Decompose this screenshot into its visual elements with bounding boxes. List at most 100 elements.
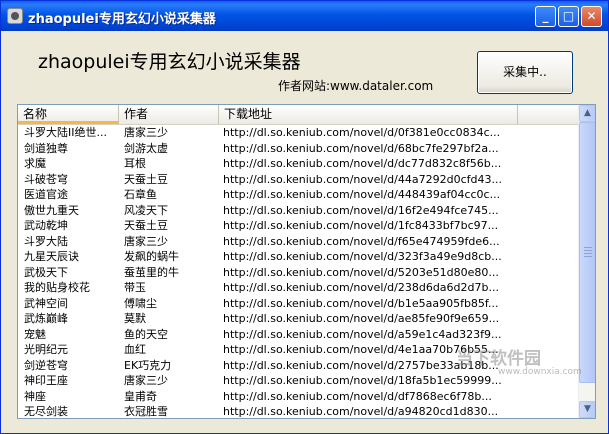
title-bar[interactable]: zhaopulei专用玄幻小说采集器 _ □ ✕ — [1, 1, 608, 31]
scroll-down-button[interactable]: ▼ — [579, 401, 595, 418]
cell-author: 傅啸尘 — [124, 296, 157, 310]
cell-author: 唐家三少 — [124, 126, 168, 139]
cell-url: http://dl.so.keniub.com/novel/d/df7868ec… — [223, 389, 492, 403]
app-icon[interactable] — [7, 8, 23, 24]
cell-name: 医道官途 — [24, 188, 68, 201]
cell-url: http://dl.so.keniub.com/novel/d/5203e51d… — [223, 265, 499, 279]
author-site-label: 作者网站:www.dataler.com — [278, 79, 434, 93]
cell-name: 武神空间 — [24, 296, 68, 310]
cell-url: http://dl.so.keniub.com/novel/d/ae85fe90… — [223, 312, 500, 325]
cell-url: http://dl.so.keniub.com/novel/d/16f2e494… — [223, 203, 499, 217]
cell-url: http://dl.so.keniub.com/novel/d/448439af… — [223, 188, 501, 201]
list-header: 名称 作者 下载地址 — [18, 105, 578, 125]
close-icon: ✕ — [586, 9, 597, 23]
minimize-button[interactable]: _ — [535, 6, 556, 27]
scroll-up-button[interactable]: ▲ — [579, 105, 595, 122]
cell-author: 风凌天下 — [124, 203, 168, 217]
cell-author: 石章鱼 — [124, 188, 157, 201]
cell-url: http://dl.so.keniub.com/novel/d/323f3a49… — [223, 250, 502, 263]
cell-name: 九星天辰诀 — [24, 250, 79, 263]
cell-name: 武极天下 — [24, 265, 68, 279]
cell-name: 光明纪元 — [24, 343, 68, 356]
table-row[interactable]: 神座 皇甫奇 http://dl.so.keniub.com/novel/d/df7… — [18, 389, 578, 405]
table-row[interactable]: 我的贴身校花 带玉 http://dl.so.keniub.com/novel/d/… — [18, 280, 578, 296]
cell-name: 神座 — [24, 389, 46, 403]
scroll-up-icon: ▲ — [584, 108, 591, 118]
cell-author: EK巧克力 — [124, 358, 172, 372]
maximize-icon: □ — [562, 9, 575, 23]
cell-author: 剑游太虚 — [124, 141, 168, 155]
cell-name: 剑道独尊 — [24, 141, 68, 155]
cell-author: 血红 — [124, 343, 146, 356]
table-row[interactable]: 斗罗大陆 唐家三少 http://dl.so.keniub.com/novel/d/… — [18, 234, 578, 250]
watermark-url: www.downxia.com — [498, 367, 582, 377]
cell-author: 莫默 — [124, 312, 146, 325]
list-rows: 斗罗大陆II绝世... 唐家三少 http://dl.so.keniub.com/n… — [18, 125, 578, 418]
table-row[interactable]: 傲世九重天 风凌天下 http://dl.so.keniub.com/novel/d… — [18, 203, 578, 219]
cell-name: 我的贴身校花 — [24, 281, 90, 294]
cell-author: 皇甫奇 — [124, 389, 157, 403]
cell-url: http://dl.so.keniub.com/novel/d/dc77d832… — [223, 157, 502, 170]
cell-url: http://dl.so.keniub.com/novel/d/44a7292d… — [223, 172, 502, 186]
cell-url: http://dl.so.keniub.com/novel/d/f65e4749… — [223, 234, 500, 248]
cell-name: 傲世九重天 — [24, 203, 79, 217]
cell-name: 武炼巅峰 — [24, 312, 68, 325]
cell-name: 宠魅 — [24, 327, 46, 341]
table-row[interactable]: 医道官途 石章鱼 http://dl.so.keniub.com/novel/d/4… — [18, 187, 578, 203]
table-row[interactable]: 无尽剑装 衣冠胜雪 http://dl.so.keniub.com/novel/d/… — [18, 404, 578, 418]
cell-author: 天蚕土豆 — [124, 219, 168, 232]
cell-author: 天蚕土豆 — [124, 172, 168, 186]
app-heading: zhaopulei专用玄幻小说采集器 — [38, 51, 301, 73]
scroll-thumb[interactable] — [579, 122, 595, 383]
cell-author: 蚕茧里的牛 — [124, 265, 179, 279]
cell-name: 无尽剑装 — [24, 405, 68, 418]
maximize-button[interactable]: □ — [558, 6, 579, 27]
thumb-grip — [584, 250, 592, 251]
column-header-author[interactable]: 作者 — [119, 105, 219, 124]
cell-author: 发飙的蜗牛 — [124, 250, 179, 263]
cell-url: http://dl.so.keniub.com/novel/d/68bc7fe2… — [223, 141, 499, 155]
scroll-down-icon: ▼ — [584, 404, 591, 414]
table-row[interactable]: 九星天辰诀 发飙的蜗牛 http://dl.so.keniub.com/novel/… — [18, 249, 578, 265]
cell-url: http://dl.so.keniub.com/novel/d/1fc8433b… — [223, 219, 499, 232]
table-row[interactable]: 武炼巅峰 莫默 http://dl.so.keniub.com/novel/d/ae… — [18, 311, 578, 327]
thumb-grip — [584, 247, 592, 248]
thumb-grip — [584, 256, 592, 257]
app-window: zhaopulei专用玄幻小说采集器 _ □ ✕ zhaopulei专用玄幻小说… — [0, 0, 609, 434]
window-title: zhaopulei专用玄幻小说采集器 — [28, 12, 216, 27]
cell-name: 武动乾坤 — [24, 219, 68, 232]
table-row[interactable]: 斗罗大陆II绝世... 唐家三少 http://dl.so.keniub.com/n… — [18, 125, 578, 141]
thumb-grip — [584, 253, 592, 254]
table-row[interactable]: 武动乾坤 天蚕土豆 http://dl.so.keniub.com/novel/d/… — [18, 218, 578, 234]
table-row[interactable]: 武极天下 蚕茧里的牛 http://dl.so.keniub.com/novel/d… — [18, 265, 578, 281]
cell-url: http://dl.so.keniub.com/novel/d/238d6da6… — [223, 281, 499, 294]
cell-url: http://dl.so.keniub.com/novel/d/a94820cd… — [223, 405, 499, 418]
cell-author: 带玉 — [124, 281, 146, 294]
collect-button[interactable]: 采集中.. — [477, 51, 573, 94]
cell-name: 斗罗大陆 — [24, 234, 68, 248]
cell-url: http://dl.so.keniub.com/novel/d/0f381e0c… — [223, 126, 501, 139]
cell-author: 唐家三少 — [124, 374, 168, 387]
table-row[interactable]: 宠魅 鱼的天空 http://dl.so.keniub.com/novel/d/a5… — [18, 327, 578, 343]
table-row[interactable]: 剑道独尊 剑游太虚 http://dl.so.keniub.com/novel/d/… — [18, 141, 578, 157]
cell-author: 耳根 — [124, 157, 146, 170]
cell-author: 唐家三少 — [124, 234, 168, 248]
table-row[interactable]: 武神空间 傅啸尘 http://dl.so.keniub.com/novel/d/b… — [18, 296, 578, 312]
column-header-filler — [518, 105, 578, 124]
cell-name: 求魔 — [24, 157, 46, 170]
cell-author: 鱼的天空 — [124, 327, 168, 341]
cell-url: http://dl.so.keniub.com/novel/d/b1e5aa90… — [223, 296, 499, 310]
cell-author: 衣冠胜雪 — [124, 405, 168, 418]
cell-name: 神印王座 — [24, 374, 68, 387]
table-row[interactable]: 斗破苍穹 天蚕土豆 http://dl.so.keniub.com/novel/d/… — [18, 172, 578, 188]
cell-url: http://dl.so.keniub.com/novel/d/a59e1c4a… — [223, 327, 502, 341]
column-header-url[interactable]: 下载地址 — [219, 105, 518, 124]
minimize-icon: _ — [542, 9, 549, 23]
cell-name: 斗破苍穹 — [24, 172, 68, 186]
table-row[interactable]: 求魔 耳根 http://dl.so.keniub.com/novel/d/dc77… — [18, 156, 578, 172]
cell-url: http://dl.so.keniub.com/novel/d/18fa5b1e… — [223, 374, 502, 387]
table-row[interactable]: 神印王座 唐家三少 http://dl.so.keniub.com/novel/d/… — [18, 373, 578, 389]
cell-name: 剑逆苍穹 — [24, 358, 68, 372]
close-button[interactable]: ✕ — [581, 6, 602, 27]
column-header-name[interactable]: 名称 — [18, 105, 119, 124]
